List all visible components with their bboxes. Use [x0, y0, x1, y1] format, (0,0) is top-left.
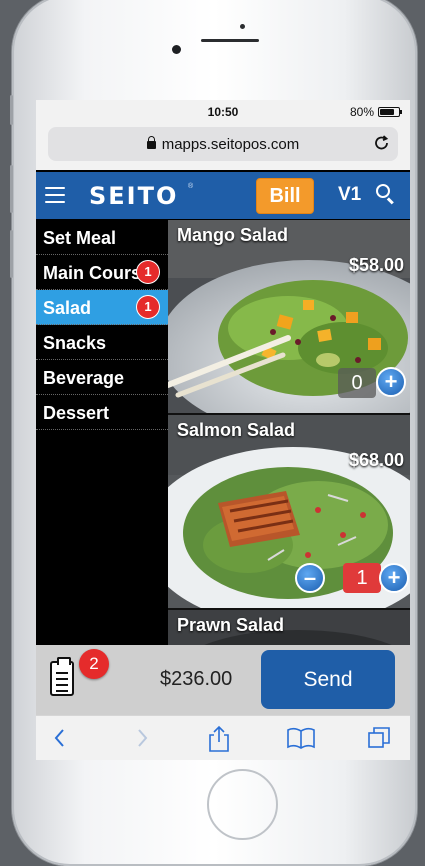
lock-icon — [146, 136, 156, 149]
category-label: Dessert — [43, 403, 110, 423]
clipboard-icon[interactable] — [50, 657, 74, 696]
reload-icon[interactable] — [374, 134, 390, 157]
category-sidebar: Set Meal Main Course 1 Salad 1 Snacks Be… — [36, 220, 168, 645]
category-dessert[interactable]: Dessert — [36, 395, 168, 430]
status-bar: 10:50 80% — [36, 100, 410, 122]
address-field[interactable]: mapps.seitopos.com — [48, 127, 398, 161]
category-label: Main Course — [43, 263, 152, 283]
category-label: Beverage — [43, 368, 125, 388]
category-salad[interactable]: Salad 1 — [36, 290, 168, 325]
forward-icon[interactable] — [132, 725, 162, 751]
item-name: Mango Salad — [177, 225, 289, 245]
volume-down-button — [10, 230, 13, 278]
browser-url-bar: mapps.seitopos.com — [36, 122, 410, 170]
menu-item-prawn-salad[interactable]: Prawn Salad — [168, 610, 410, 645]
bookmarks-icon[interactable] — [286, 725, 316, 751]
category-count-badge: 1 — [137, 296, 159, 318]
menu-item-mango-salad[interactable]: Mango Salad $58.00 0 + — [168, 220, 410, 413]
item-price: $68.00 — [348, 450, 404, 470]
registered-mark: ® — [188, 183, 194, 190]
mute-switch — [10, 95, 13, 125]
share-icon[interactable] — [206, 725, 236, 752]
item-price: $58.00 — [348, 255, 404, 275]
url-text: mapps.seitopos.com — [161, 135, 300, 153]
menu-item-list: Mango Salad $58.00 0 + Salmon Salad $68.… — [168, 220, 410, 645]
screen: 10:50 80% mapps.seitopos.com SEITO ® Bil… — [36, 100, 410, 760]
send-button[interactable]: Send — [261, 650, 395, 709]
category-beverage[interactable]: Beverage — [36, 360, 168, 395]
table-label: V1 — [338, 184, 362, 205]
category-count-badge: 1 — [137, 261, 159, 283]
cart-count-badge: 2 — [79, 649, 109, 679]
battery-indicator: 80% — [349, 105, 402, 119]
category-snacks[interactable]: Snacks — [36, 325, 168, 360]
browser-toolbar — [36, 715, 410, 760]
category-set-meal[interactable]: Set Meal — [36, 220, 168, 255]
sensor-dot — [240, 24, 245, 29]
volume-up-button — [10, 165, 13, 213]
item-quantity: 1 — [343, 563, 381, 593]
earpiece-speaker — [201, 39, 259, 42]
back-icon[interactable] — [50, 725, 80, 751]
item-quantity: 0 — [338, 368, 376, 398]
seito-logo: SEITO — [89, 182, 179, 210]
plus-icon[interactable]: + — [379, 563, 409, 593]
order-footer: 2 $236.00 Send — [36, 645, 410, 715]
item-name: Salmon Salad — [177, 420, 296, 440]
battery-percent: 80% — [349, 105, 374, 119]
bill-button[interactable]: Bill — [256, 178, 314, 214]
front-camera — [172, 45, 181, 54]
search-icon[interactable] — [376, 184, 395, 205]
category-label: Salad — [43, 298, 92, 318]
category-label: Set Meal — [43, 228, 117, 248]
tabs-icon[interactable] — [366, 725, 396, 751]
home-button[interactable] — [207, 769, 278, 840]
battery-icon — [378, 107, 402, 117]
hamburger-icon[interactable] — [45, 187, 65, 203]
order-total: $236.00 — [160, 668, 233, 690]
item-name: Prawn Salad — [177, 615, 285, 635]
app-header: SEITO ® Bill V1 — [36, 172, 410, 219]
category-label: Snacks — [43, 333, 107, 353]
menu-item-salmon-salad[interactable]: Salmon Salad $68.00 – 1 + — [168, 415, 410, 608]
plus-icon[interactable]: + — [376, 367, 406, 397]
category-main-course[interactable]: Main Course 1 — [36, 255, 168, 290]
minus-icon[interactable]: – — [295, 563, 325, 593]
